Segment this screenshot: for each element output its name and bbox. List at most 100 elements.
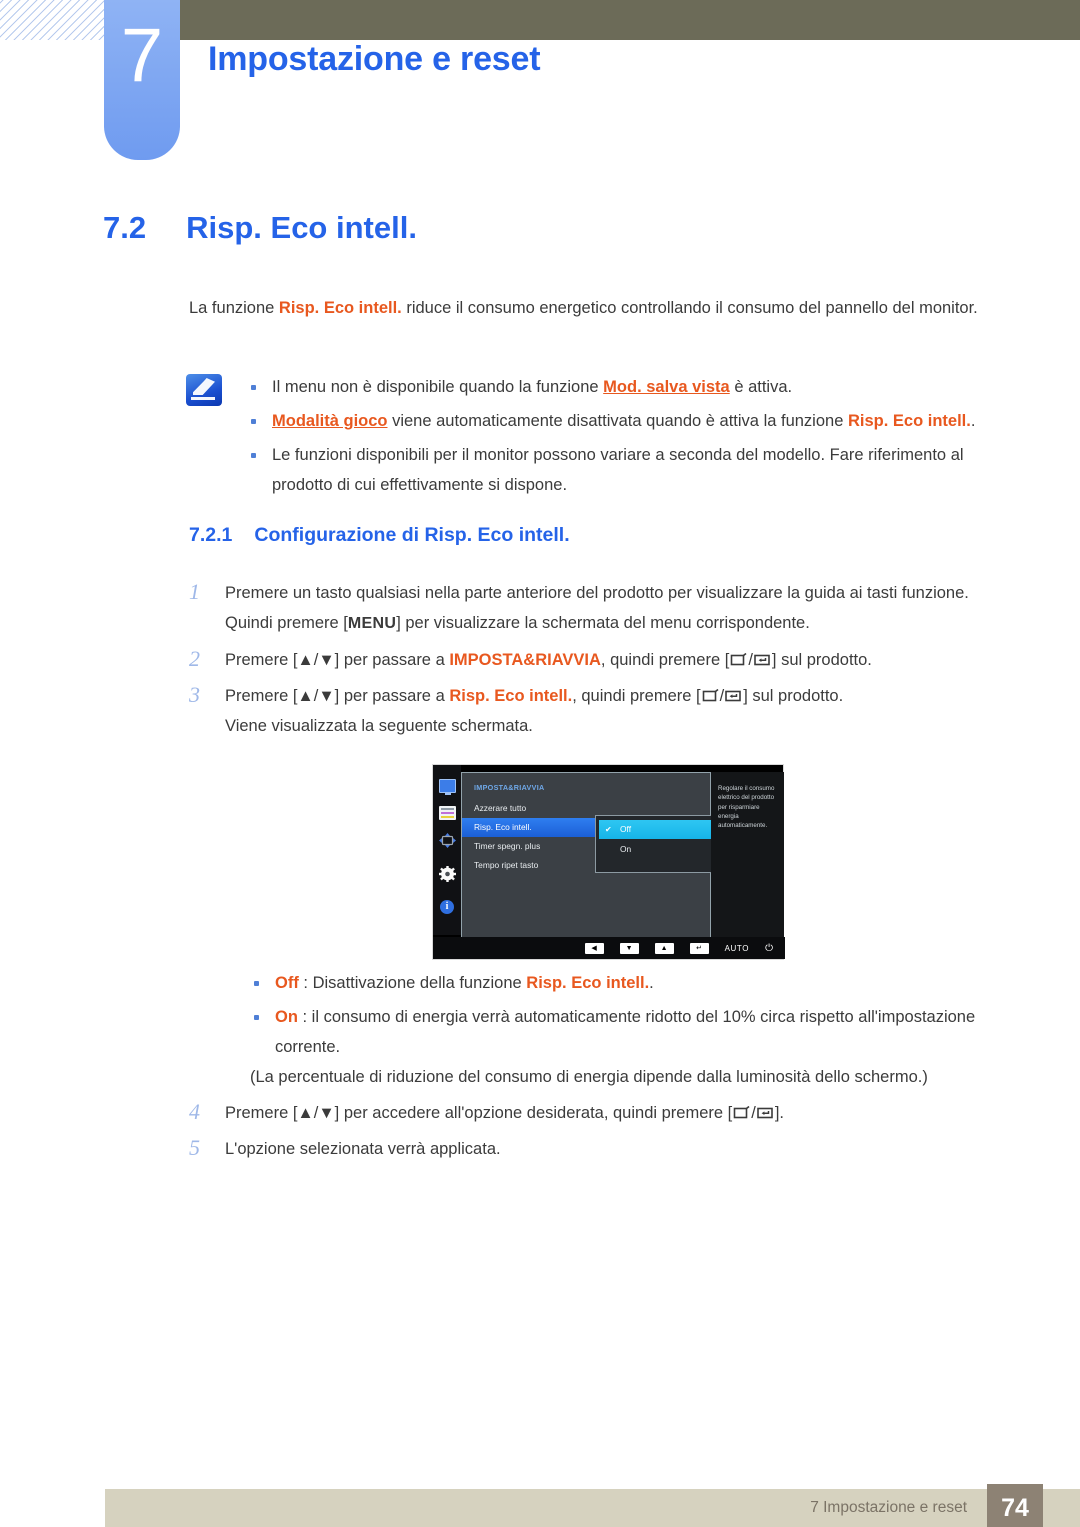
option-on: On : il consumo di energia verrà automat…	[254, 1002, 1009, 1062]
list-line-1	[440, 808, 454, 810]
intro-paragraph-block: La funzione Risp. Eco intell. riduce il …	[189, 293, 1009, 323]
chapter-title: Impostazione e reset	[208, 40, 541, 78]
steps-block-bottom: 4 Premere [▲/▼] per accedere all'opzione …	[189, 1098, 1009, 1170]
step-4-text-a: Premere [▲/▼] per accedere all'opzione d…	[225, 1104, 733, 1122]
osd-auto-label[interactable]: AUTO	[725, 944, 749, 953]
step-3-extra: Viene visualizzata la seguente schermata…	[225, 717, 533, 735]
section-title: Risp. Eco intell.	[186, 210, 417, 245]
steps-block-top: 1 Premere un tasto qualsiasi nella parte …	[189, 578, 1009, 747]
step-4: 4 Premere [▲/▼] per accedere all'opzione …	[189, 1098, 1009, 1128]
section-heading: 7.2 Risp. Eco intell.	[103, 210, 417, 246]
osd-sidebar: i	[433, 765, 461, 935]
step-5-number: 5	[189, 1135, 200, 1160]
step-2-number: 2	[189, 646, 200, 671]
step-2-text-c: ] sul prodotto.	[771, 651, 872, 669]
step-2-text-a: Premere [▲/▼] per passare a	[225, 651, 450, 669]
options-block: Off : Disattivazione della funzione Risp…	[189, 968, 1009, 1066]
option-off-desc-a: : Disattivazione della funzione	[298, 974, 527, 992]
step-3-keyword: Risp. Eco intell.	[449, 687, 573, 705]
section-number: 7.2	[103, 210, 147, 245]
step-5: 5 L'opzione selezionata verrà applicata.	[189, 1134, 1009, 1164]
osd-bottom-toolbar: ◀ ▼ ▲ ↵ AUTO ⏻	[433, 937, 785, 959]
monitor-icon[interactable]	[438, 779, 456, 795]
note-2-text-b: .	[970, 412, 976, 430]
note-2-keyword: Risp. Eco intell.	[847, 412, 971, 430]
option-off-keyword: Risp. Eco intell.	[526, 974, 650, 992]
step-3-text-b: , quindi premere [	[572, 687, 701, 705]
steps-list: 1 Premere un tasto qualsiasi nella parte …	[189, 578, 1009, 741]
osd-btn-down[interactable]: ▼	[619, 942, 639, 954]
steps-list-bottom: 4 Premere [▲/▼] per accedere all'opzione …	[189, 1098, 1009, 1164]
option-off: Off : Disattivazione della funzione Risp…	[254, 968, 1009, 998]
osd-screenshot: i IMPOSTA&RIAVVIA Azzerare tutto Risp. E…	[432, 764, 785, 960]
hatch-decoration	[0, 0, 108, 40]
note-block: Il menu non è disponibile quando la funz…	[186, 372, 1011, 504]
step-1-number: 1	[189, 579, 200, 604]
chapter-number-badge: 7	[104, 0, 180, 160]
osd-option-off[interactable]: Off	[599, 820, 721, 839]
step-2-keyword: IMPOSTA&RIAVVIA	[449, 651, 601, 669]
step-4-text-b: ].	[774, 1104, 785, 1122]
step-1-text-b: ] per visualizzare la schermata del menu…	[396, 614, 810, 632]
header-bar	[172, 0, 1080, 40]
key-source-enter-icons-3: /	[732, 1104, 775, 1122]
step-3-text-a: Premere [▲/▼] per passare a	[225, 687, 450, 705]
step-2-text-b: , quindi premere [	[600, 651, 730, 669]
subsection-title: Configurazione di Risp. Eco intell.	[254, 524, 570, 546]
move-arrows-icon[interactable]	[438, 833, 456, 853]
step-3-text-c: ] sul prodotto.	[743, 687, 844, 705]
note-bullet-3: Le funzioni disponibili per il monitor p…	[251, 440, 1011, 500]
note-pencil-icon	[186, 374, 222, 406]
step-3-number: 3	[189, 682, 200, 707]
pencil-shape	[193, 378, 215, 395]
intro-text-after: riduce il consumo energetico controlland…	[401, 299, 978, 317]
osd-option-on[interactable]: On	[596, 839, 724, 860]
osd-btn-left[interactable]: ◀	[584, 942, 604, 954]
list-icon[interactable]	[438, 806, 456, 820]
key-source-enter-icons: /	[729, 651, 772, 669]
list-line-3	[440, 816, 454, 818]
intro-paragraph: La funzione Risp. Eco intell. riduce il …	[189, 293, 1009, 323]
intro-text-before: La funzione	[189, 299, 279, 317]
page-number-badge: 74	[987, 1484, 1043, 1527]
osd-menu-title: IMPOSTA&RIAVVIA	[474, 783, 545, 792]
note-bullet-2: Modalità gioco viene automaticamente dis…	[251, 406, 1011, 436]
parenthetical-note: (La percentuale di riduzione del consumo…	[250, 1068, 928, 1086]
info-icon[interactable]: i	[440, 900, 454, 914]
subsection-heading: 7.2.1 Configurazione di Risp. Eco intell…	[189, 524, 570, 547]
list-line-2	[440, 812, 454, 814]
option-off-desc-b: .	[649, 974, 654, 992]
note-bullet-1: Il menu non è disponibile quando la funz…	[251, 372, 1011, 402]
subsection-number: 7.2.1	[189, 524, 233, 546]
power-icon[interactable]: ⏻	[765, 943, 773, 954]
gear-icon[interactable]	[438, 866, 456, 887]
osd-menu-panel: IMPOSTA&RIAVVIA Azzerare tutto Risp. Eco…	[461, 772, 725, 938]
osd-help-panel: Regolare il consumo elettrico del prodot…	[711, 772, 784, 938]
document-page: 7 Impostazione e reset 7.2 Risp. Eco int…	[0, 0, 1080, 1527]
note-1-text-b: è attiva.	[729, 378, 793, 396]
step-5-text: L'opzione selezionata verrà applicata.	[225, 1140, 501, 1158]
note-1-text-a: Il menu non è disponibile quando la funz…	[272, 378, 604, 396]
key-menu: MENU	[347, 615, 397, 632]
page-footer: 7 Impostazione e reset 74	[105, 1484, 1080, 1527]
link-modalita-gioco[interactable]: Modalità gioco	[272, 412, 388, 430]
options-bullet-list: Off : Disattivazione della funzione Risp…	[254, 968, 1009, 1062]
intro-keyword: Risp. Eco intell.	[278, 299, 402, 317]
step-1: 1 Premere un tasto qualsiasi nella parte …	[189, 578, 1009, 639]
step-2: 2 Premere [▲/▼] per passare a IMPOSTA&RIA…	[189, 645, 1009, 675]
osd-btn-enter[interactable]: ↵	[689, 942, 709, 954]
option-on-desc: : il consumo di energia verrà automatica…	[275, 1008, 976, 1056]
parenthetical-block: (La percentuale di riduzione del consumo…	[250, 1062, 1010, 1092]
pencil-baseline	[191, 397, 215, 400]
option-on-name: On	[275, 1008, 298, 1026]
osd-dropdown: Off On	[595, 815, 725, 873]
osd-btn-up[interactable]: ▲	[654, 942, 674, 954]
option-off-name: Off	[275, 974, 299, 992]
step-3: 3 Premere [▲/▼] per passare a Risp. Eco i…	[189, 681, 1009, 741]
step-4-number: 4	[189, 1099, 200, 1124]
key-source-enter-icons-2: /	[701, 687, 744, 705]
note-2-text-a: viene automaticamente disattivata quando…	[387, 412, 848, 430]
note-bullet-list: Il menu non è disponibile quando la funz…	[251, 372, 1011, 500]
osd-help-text: Regolare il consumo elettrico del prodot…	[718, 785, 775, 830]
link-mod-salva-vista[interactable]: Mod. salva vista	[603, 378, 730, 396]
